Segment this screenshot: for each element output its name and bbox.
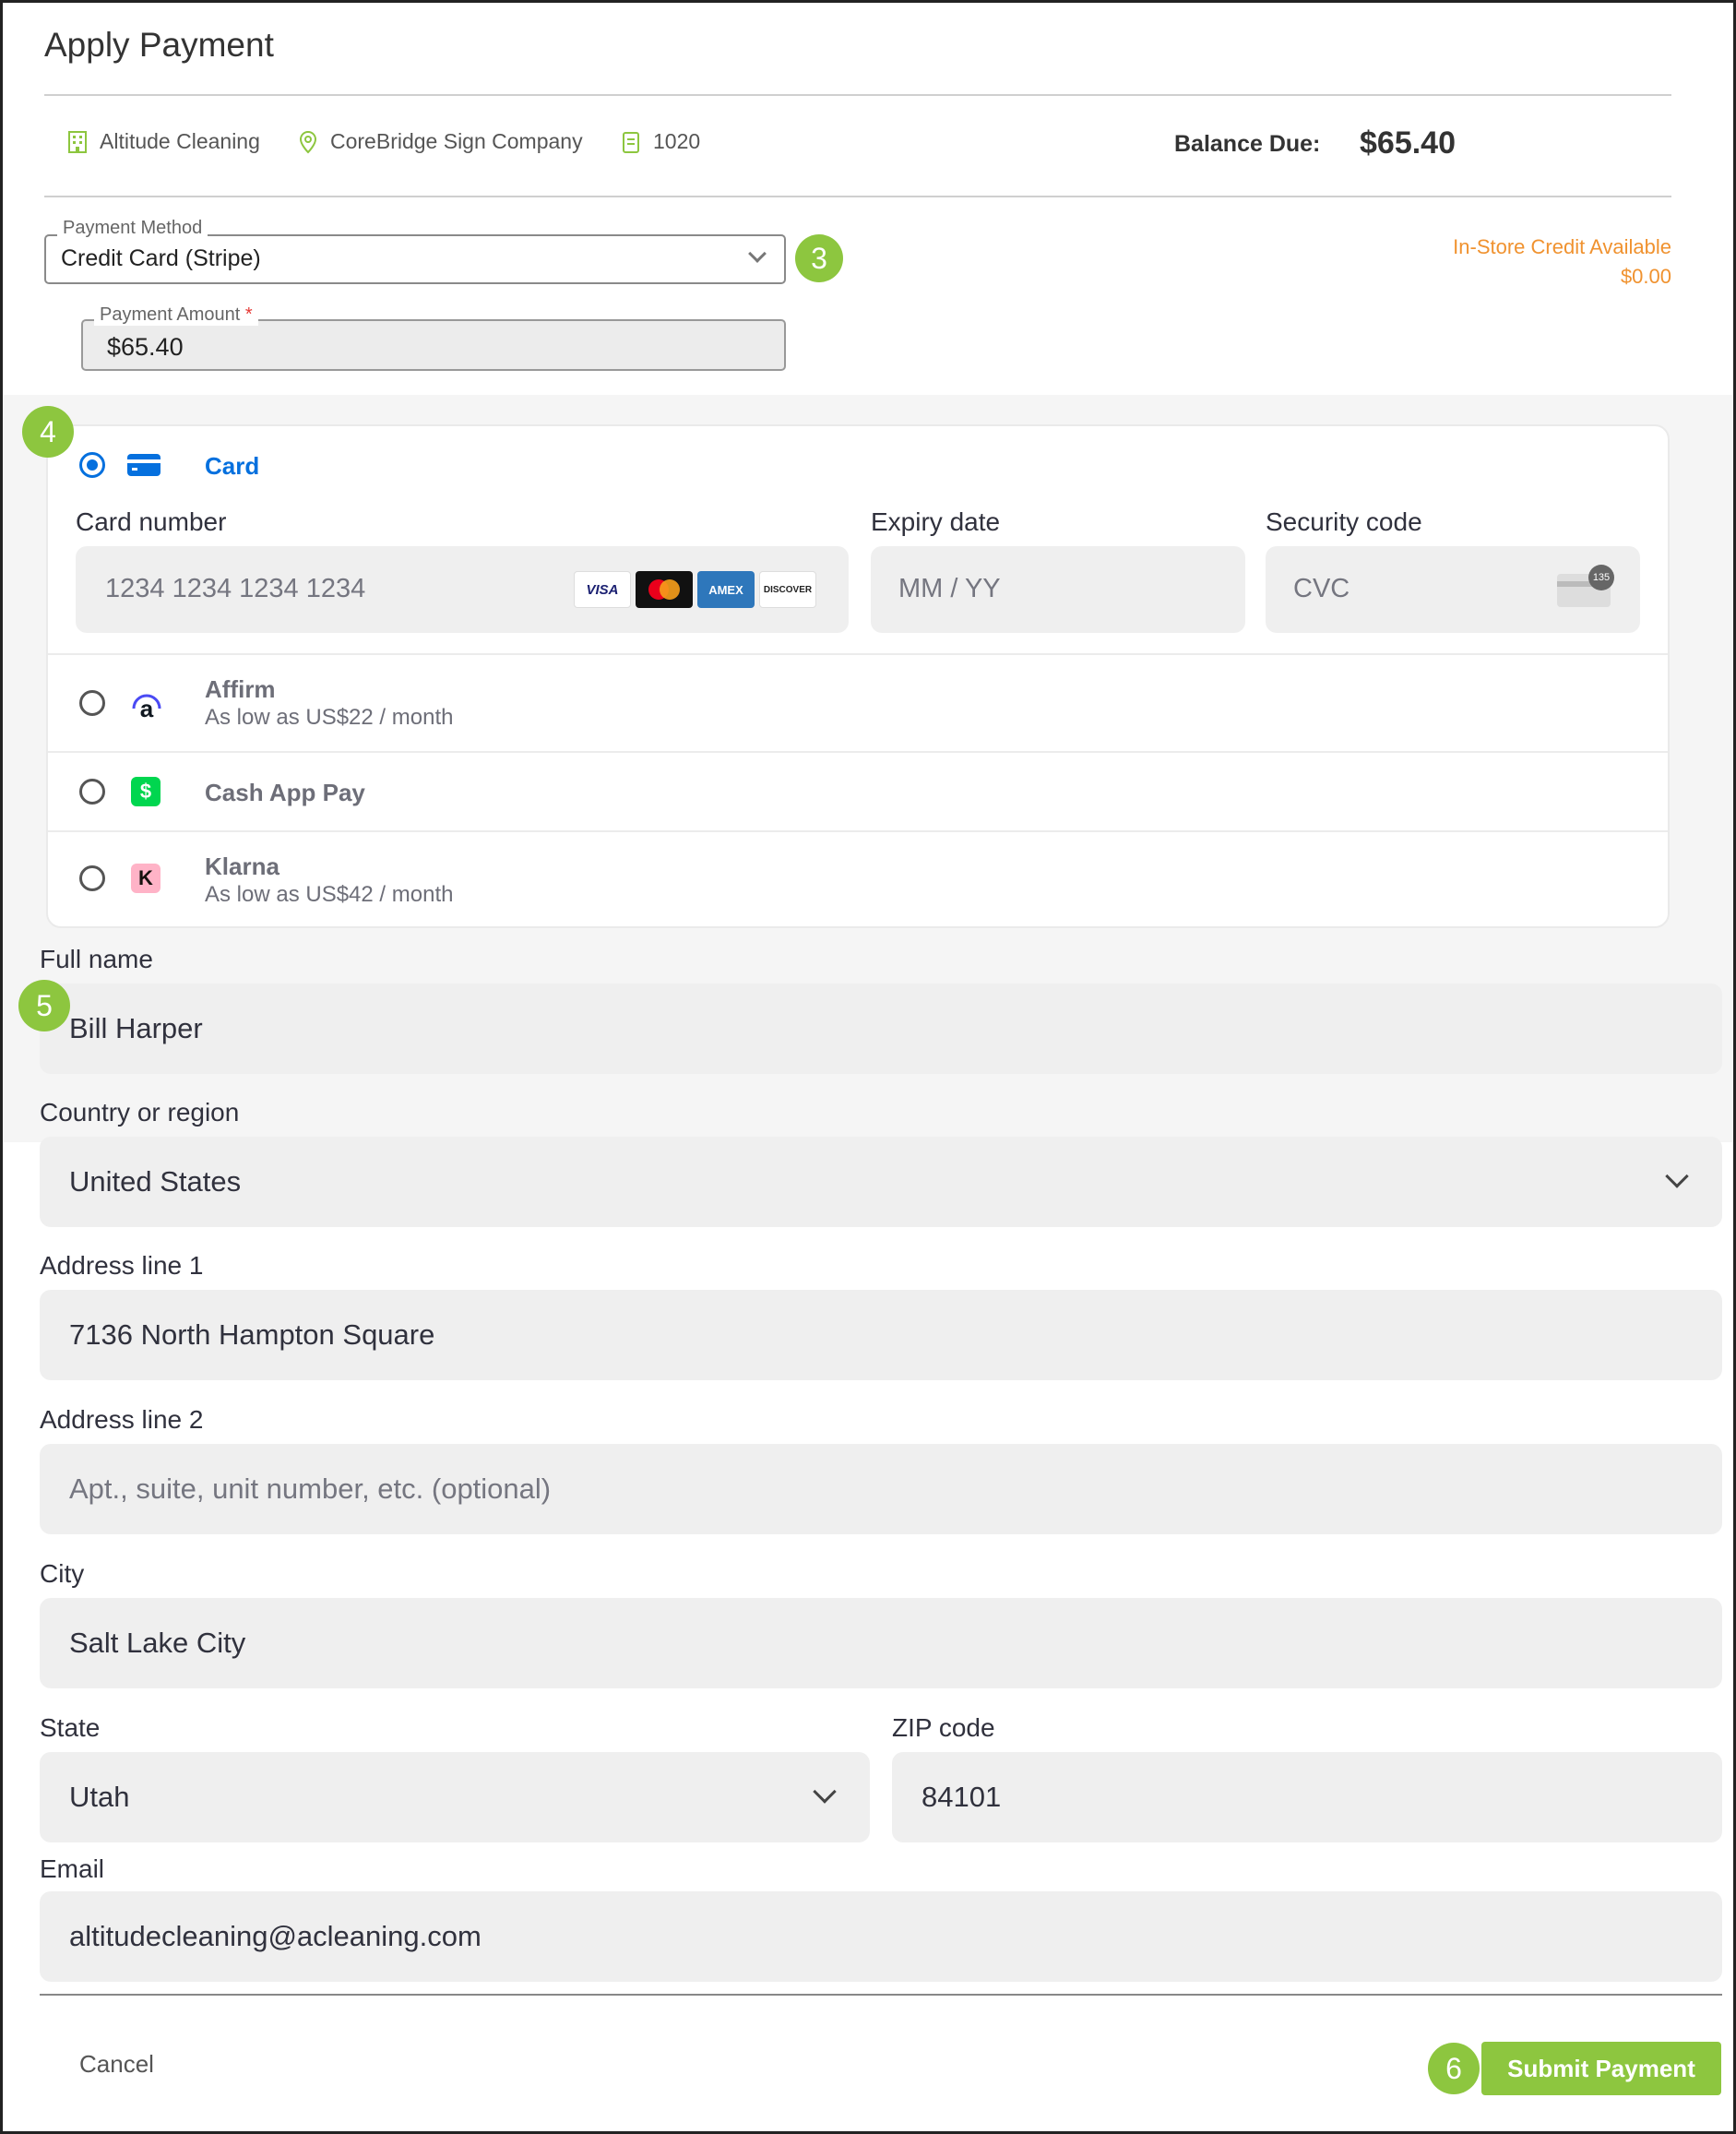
address1-input[interactable]: 7136 North Hampton Square (40, 1290, 1722, 1380)
address2-placeholder: Apt., suite, unit number, etc. (optional… (69, 1472, 552, 1505)
zip-value: 84101 (922, 1781, 1002, 1813)
card-number-placeholder: 1234 1234 1234 1234 (105, 574, 366, 603)
payment-options-panel: Card Card number 1234 1234 1234 1234 VIS… (46, 424, 1670, 928)
full-name-input[interactable]: Bill Harper (40, 984, 1722, 1074)
full-name-label: Full name (40, 945, 153, 973)
cvc-number-badge: 135 (1588, 565, 1614, 590)
chevron-down-icon (813, 1780, 837, 1804)
chevron-down-icon (1665, 1164, 1689, 1188)
step-badge-3: 3 (795, 234, 843, 282)
affirm-icon-letter: a (139, 694, 154, 722)
building-icon (68, 130, 87, 153)
email-label: Email (40, 1854, 105, 1883)
step-badge-5: 5 (18, 980, 70, 1031)
country-label: Country or region (40, 1098, 240, 1127)
divider (44, 94, 1671, 96)
card-icon (127, 454, 161, 476)
payment-method-select[interactable]: Credit Card (Stripe) (44, 234, 786, 284)
cashapp-label[interactable]: Cash App Pay (205, 779, 365, 807)
country-value: United States (69, 1165, 242, 1198)
footer-divider (40, 1994, 1722, 1996)
country-select[interactable]: United States (40, 1137, 1722, 1227)
required-mark: * (244, 304, 253, 325)
option-separator (48, 751, 1668, 753)
affirm-icon: a (131, 688, 162, 722)
credit-label: In-Store Credit Available (1453, 235, 1671, 258)
chevron-down-icon (748, 244, 767, 263)
cashapp-radio[interactable] (79, 779, 105, 805)
klarna-radio[interactable] (79, 865, 105, 891)
card-option-label[interactable]: Card (205, 452, 259, 481)
city-input[interactable]: Salt Lake City (40, 1598, 1722, 1688)
cvc-input[interactable]: CVC 135 (1266, 546, 1640, 633)
balance-due-value: $65.40 (1360, 125, 1456, 161)
expiry-label: Expiry date (871, 507, 1001, 536)
credit-value: $0.00 (1620, 265, 1671, 288)
cvc-label: Security code (1266, 507, 1422, 536)
affirm-subtext: As low as US$22 / month (205, 705, 454, 730)
balance-due-label: Balance Due: (1174, 131, 1321, 157)
step-badge-4: 4 (22, 406, 74, 458)
order-number[interactable]: 1020 (653, 129, 700, 154)
affirm-radio[interactable] (79, 690, 105, 716)
klarna-icon: K (131, 864, 161, 893)
submit-payment-button[interactable]: Submit Payment (1481, 2042, 1721, 2095)
step-badge-6: 6 (1428, 2043, 1480, 2094)
location-info: CoreBridge Sign Company (297, 129, 583, 154)
dialog-title: Apply Payment (44, 26, 274, 64)
divider (44, 196, 1671, 197)
address1-value: 7136 North Hampton Square (69, 1318, 435, 1351)
expiry-input[interactable]: MM / YY (871, 546, 1245, 633)
cvc-card-icon: 135 (1557, 565, 1614, 607)
zip-input[interactable]: 84101 (892, 1752, 1722, 1842)
email-input[interactable]: altitudecleaning@acleaning.com (40, 1891, 1722, 1982)
state-select[interactable]: Utah (40, 1752, 870, 1842)
address2-label: Address line 2 (40, 1405, 204, 1434)
payment-amount-label-text: Payment Amount (100, 304, 241, 325)
order-icon (623, 131, 639, 153)
cancel-button[interactable]: Cancel (79, 2050, 154, 2079)
zip-label: ZIP code (892, 1713, 995, 1742)
company-name[interactable]: Altitude Cleaning (100, 129, 260, 154)
discover-icon: DISCOVER (759, 571, 816, 608)
location-pin-icon (299, 130, 317, 153)
amex-icon: AMEX (697, 571, 755, 608)
klarna-subtext: As low as US$42 / month (205, 882, 454, 907)
klarna-label[interactable]: Klarna (205, 852, 279, 881)
payment-amount-input[interactable]: $65.40 (81, 319, 786, 371)
payment-method-value: Credit Card (Stripe) (61, 245, 261, 271)
email-value: altitudecleaning@acleaning.com (69, 1920, 482, 1952)
cashapp-icon: $ (131, 777, 161, 806)
order-info: 1020 (620, 129, 700, 154)
city-label: City (40, 1559, 85, 1588)
affirm-label[interactable]: Affirm (205, 675, 276, 704)
option-separator (48, 830, 1668, 832)
address2-input[interactable]: Apt., suite, unit number, etc. (optional… (40, 1444, 1722, 1534)
in-store-credit: In-Store Credit Available $0.00 (1453, 232, 1671, 292)
company-info: Altitude Cleaning (66, 129, 260, 154)
city-value: Salt Lake City (69, 1627, 246, 1659)
cvc-placeholder: CVC (1293, 574, 1350, 603)
card-radio[interactable] (79, 452, 105, 478)
address1-label: Address line 1 (40, 1251, 204, 1280)
payment-amount-label: Payment Amount * (94, 304, 258, 326)
visa-icon: VISA (574, 571, 631, 608)
full-name-value: Bill Harper (69, 1012, 203, 1044)
state-label: State (40, 1713, 101, 1742)
state-value: Utah (69, 1781, 130, 1813)
card-number-input[interactable]: 1234 1234 1234 1234 VISA AMEX DISCOVER (76, 546, 849, 633)
payment-method-label: Payment Method (57, 218, 208, 239)
card-number-label: Card number (76, 507, 227, 536)
mastercard-icon (636, 571, 693, 608)
expiry-placeholder: MM / YY (898, 574, 1001, 603)
location-name: CoreBridge Sign Company (330, 129, 583, 153)
option-separator (48, 653, 1668, 655)
